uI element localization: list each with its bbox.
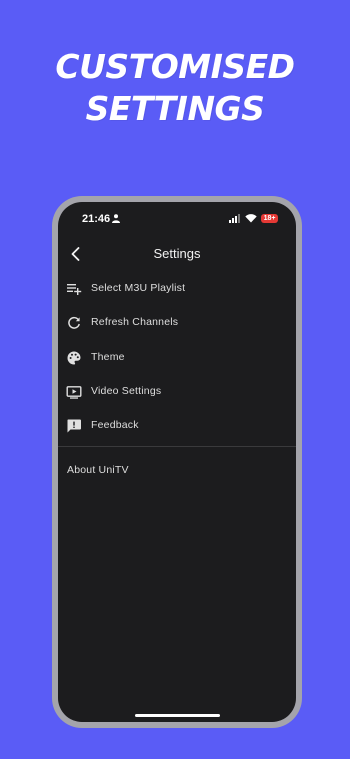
battery-icon: 18+ [261, 214, 278, 223]
phone-screen: 21:46 18+ Settings Select M3U Playlist R… [58, 202, 296, 722]
status-bar: 21:46 18+ [58, 202, 296, 234]
app-bar: Settings [58, 242, 296, 266]
status-time: 21:46 [82, 213, 111, 225]
menu-item-label: Video Settings [91, 384, 162, 397]
refresh-icon [66, 315, 82, 331]
promo-headline: CUSTOMISED SETTINGS [0, 46, 350, 130]
feedback-icon [66, 418, 82, 434]
about-item[interactable]: About UniTV [67, 464, 129, 476]
signal-icon [229, 214, 241, 226]
page-title: Settings [153, 246, 201, 261]
palette-icon [66, 350, 82, 366]
wifi-icon [245, 213, 257, 226]
settings-menu: Select M3U Playlist Refresh Channels The… [58, 272, 296, 443]
promo-line-1: CUSTOMISED [55, 47, 295, 86]
menu-item-video-settings[interactable]: Video Settings [58, 375, 296, 409]
menu-item-label: Select M3U Playlist [91, 282, 186, 294]
menu-item-theme[interactable]: Theme [58, 341, 296, 375]
menu-item-label: Theme [91, 350, 125, 363]
menu-item-feedback[interactable]: Feedback [58, 409, 296, 443]
menu-item-label: Feedback [91, 419, 139, 432]
playlist-add-icon [66, 281, 82, 297]
promo-line-2: SETTINGS [85, 89, 265, 128]
video-settings-icon [66, 384, 82, 400]
home-indicator[interactable] [135, 714, 220, 717]
person-icon [112, 214, 120, 226]
menu-divider [58, 446, 296, 447]
menu-item-refresh-channels[interactable]: Refresh Channels [58, 306, 296, 340]
menu-item-select-playlist[interactable]: Select M3U Playlist [58, 272, 296, 306]
menu-item-label: Refresh Channels [91, 316, 179, 329]
